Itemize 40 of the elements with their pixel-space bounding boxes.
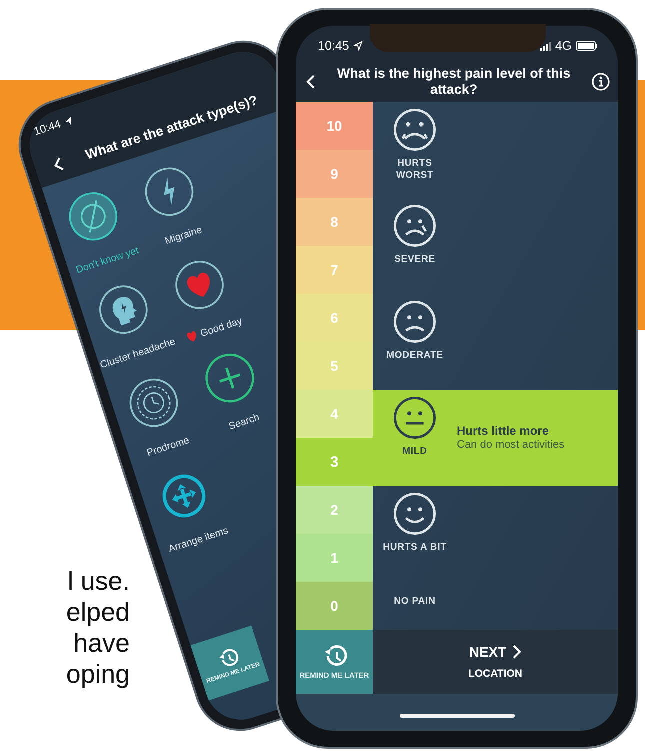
option-description: Can do most activities xyxy=(457,439,565,451)
back-icon[interactable] xyxy=(52,156,66,173)
empty-set-icon[interactable] xyxy=(68,192,118,242)
signal-icon xyxy=(540,41,552,51)
text-line: have xyxy=(72,628,130,659)
head-icon[interactable] xyxy=(98,284,149,335)
chevron-icon xyxy=(512,645,522,659)
smiling-face-icon xyxy=(393,492,437,536)
back-icon[interactable] xyxy=(306,75,316,89)
clock-icon[interactable] xyxy=(128,378,179,428)
pain-option[interactable]: HURTS WORST xyxy=(373,102,618,198)
pain-option[interactable]: MODERATE xyxy=(373,294,618,390)
history-icon xyxy=(322,644,346,668)
status-time: 10:45 xyxy=(318,39,350,53)
pain-option[interactable]: MILD Hurts little more Can do most activities xyxy=(373,390,618,486)
option-description-title: Hurts little more xyxy=(457,424,550,438)
screen-title: What is the highest pain level of this attack? xyxy=(336,66,572,98)
status-time: 10:44 xyxy=(32,118,63,138)
option-label[interactable]: Search xyxy=(228,412,262,433)
sad-face-icon xyxy=(393,300,437,344)
next-button[interactable]: NEXT LOCATION xyxy=(373,630,618,694)
option-label[interactable]: Don't know yet xyxy=(75,246,140,276)
battery-icon xyxy=(576,41,598,51)
info-icon[interactable] xyxy=(592,73,610,91)
neutral-face-icon xyxy=(393,396,437,440)
pain-option[interactable]: SEVERE xyxy=(373,198,618,294)
network-label: 4G xyxy=(555,39,572,53)
option-label[interactable]: Good day xyxy=(199,316,244,340)
pain-option[interactable]: HURTS A BIT xyxy=(373,486,618,582)
sad-face-icon xyxy=(393,204,437,248)
text-line: oping xyxy=(65,659,130,690)
option-label[interactable]: Arrange items xyxy=(167,526,230,556)
location-arrow-icon xyxy=(353,41,364,51)
plus-icon[interactable] xyxy=(205,353,256,404)
pain-option[interactable]: NO PAIN xyxy=(373,582,618,630)
crying-face-icon xyxy=(393,108,437,152)
text-line: l use. xyxy=(66,566,130,597)
option-label[interactable]: Migraine xyxy=(164,224,204,248)
text-line: elped xyxy=(65,597,130,628)
lightning-icon[interactable] xyxy=(144,166,194,217)
